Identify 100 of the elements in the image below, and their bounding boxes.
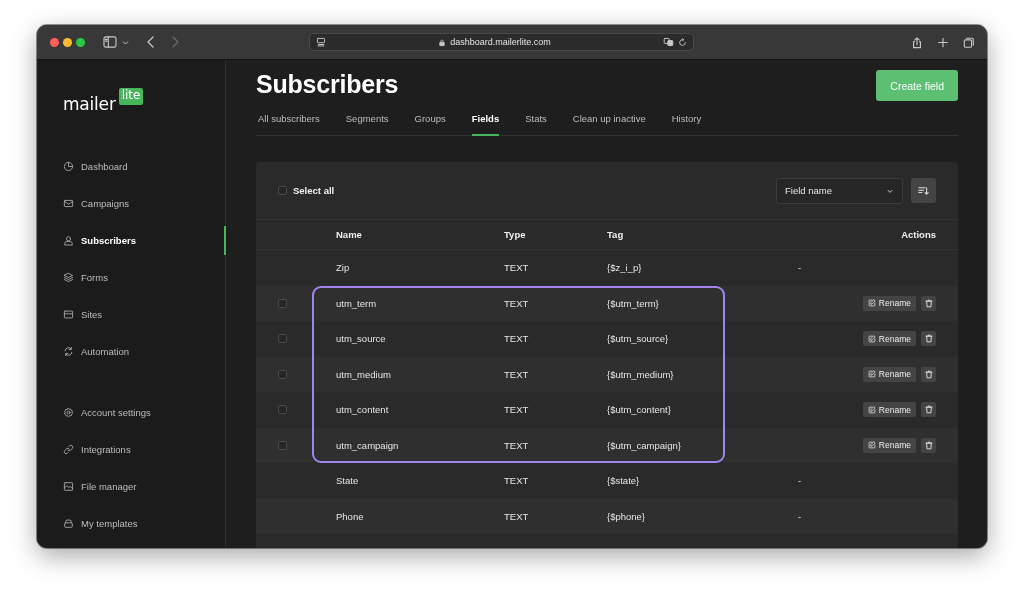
trash-icon — [924, 369, 933, 379]
sidebar-item[interactable]: Automation — [63, 333, 225, 370]
edit-icon — [867, 299, 876, 308]
tabs-overview-button[interactable] — [963, 35, 975, 49]
field-type: TEXT — [504, 475, 530, 487]
field-name: Phone — [336, 510, 365, 522]
field-tag: {$utm_medium} — [607, 368, 798, 380]
mail-icon — [63, 198, 74, 209]
sort-dropdown[interactable]: Field name — [776, 177, 903, 204]
delete-button[interactable] — [921, 437, 936, 453]
delete-button[interactable] — [921, 295, 936, 311]
field-name: utm_content — [336, 404, 390, 416]
tab[interactable]: Stats — [525, 113, 547, 136]
delete-button[interactable] — [921, 331, 936, 347]
column-header: Type — [504, 229, 527, 240]
column-header: Actions — [901, 229, 936, 240]
new-tab-button[interactable] — [937, 35, 949, 49]
sidebar-item[interactable]: My templates — [63, 505, 225, 542]
row-checkbox[interactable] — [278, 405, 287, 415]
sidebar-item[interactable]: Forms — [63, 259, 225, 296]
tab[interactable]: Clean up inactive — [572, 113, 646, 136]
share-button[interactable] — [911, 35, 923, 49]
sidebar-item[interactable]: Dashboard — [63, 148, 225, 185]
rename-button[interactable]: Rename — [862, 366, 916, 382]
reload-button[interactable] — [678, 37, 687, 47]
sidebar-item[interactable]: Subscribers — [63, 222, 226, 259]
user-icon — [63, 235, 74, 246]
dashboard-icon — [63, 161, 74, 172]
column-header: Tag — [607, 229, 625, 240]
row-checkbox[interactable] — [278, 440, 287, 450]
select-all-checkbox[interactable] — [278, 186, 287, 195]
trash-icon — [924, 405, 933, 415]
translate-icon — [663, 37, 674, 47]
tab[interactable]: History — [671, 113, 702, 136]
row-checkbox[interactable] — [278, 369, 287, 379]
sidebar-item[interactable]: File manager — [63, 468, 225, 505]
field-tag: {$utm_source} — [607, 333, 798, 345]
field-name: utm_term — [336, 297, 378, 309]
back-button[interactable] — [146, 35, 156, 49]
field-tag: {$utm_content} — [607, 404, 798, 416]
field-type: TEXT — [504, 333, 530, 345]
rename-button[interactable]: Rename — [862, 331, 916, 347]
column-header: Name — [336, 229, 363, 240]
field-tag: {$utm_term} — [607, 297, 798, 309]
sync-icon — [63, 346, 74, 357]
field-name: utm_campaign — [336, 439, 400, 451]
field-type: TEXT — [504, 297, 530, 309]
edit-icon — [867, 370, 876, 379]
zoom-button[interactable] — [76, 37, 85, 47]
rename-button[interactable]: Rename — [862, 402, 916, 418]
page-title: Subscribers — [256, 69, 399, 99]
url-text: dashboard.mailerlite.com — [450, 37, 551, 47]
link-icon — [63, 444, 74, 455]
row-checkbox[interactable] — [278, 334, 287, 344]
select-all-label: Select all — [293, 185, 335, 196]
no-actions-dash: - — [798, 510, 802, 522]
rename-button[interactable]: Rename — [862, 437, 916, 453]
edit-icon — [867, 334, 876, 343]
rename-button[interactable]: Rename — [862, 295, 916, 311]
close-button[interactable] — [50, 37, 59, 47]
no-actions-dash: - — [798, 262, 802, 274]
sidebar-item[interactable]: Sites — [63, 296, 225, 333]
field-type: TEXT — [504, 439, 530, 451]
sidebar-item[interactable]: Campaigns — [63, 185, 225, 222]
field-name: utm_medium — [336, 368, 392, 380]
settings-icon — [63, 407, 74, 418]
no-actions-dash: - — [798, 475, 802, 487]
tab[interactable]: Fields — [471, 113, 500, 136]
sort-order-button[interactable] — [911, 178, 936, 203]
trash-icon — [924, 298, 933, 308]
field-type: TEXT — [504, 262, 530, 274]
sidebar-item[interactable]: Integrations — [63, 431, 225, 468]
row-checkbox[interactable] — [278, 298, 287, 308]
edit-icon — [867, 405, 876, 414]
tab[interactable]: Groups — [414, 113, 446, 136]
field-name: State — [336, 475, 360, 487]
field-type: TEXT — [504, 368, 530, 380]
field-tag: {$z_i_p} — [607, 262, 798, 274]
template-icon — [63, 518, 74, 529]
field-name: Zip — [336, 262, 351, 274]
address-bar[interactable]: dashboard.mailerlite.com — [309, 33, 694, 51]
sidebar-toggle-button[interactable] — [103, 36, 117, 48]
image-icon — [63, 481, 74, 492]
page-icon — [316, 37, 326, 47]
field-tag: {$phone} — [607, 510, 798, 522]
tab[interactable]: Segments — [345, 113, 389, 136]
minimize-button[interactable] — [63, 37, 72, 47]
tab[interactable]: All subscribers — [258, 113, 320, 136]
delete-button[interactable] — [921, 366, 936, 382]
trash-icon — [924, 440, 933, 450]
field-tag: {$utm_campaign} — [607, 439, 798, 451]
trash-icon — [924, 334, 933, 344]
logo: mailer lite — [63, 88, 225, 114]
delete-button[interactable] — [921, 402, 936, 418]
field-name: utm_source — [336, 333, 387, 345]
field-type: TEXT — [504, 510, 530, 522]
edit-icon — [867, 441, 876, 450]
field-tag: {$state} — [607, 475, 798, 487]
sidebar-item[interactable]: Account settings — [63, 394, 225, 431]
lock-icon — [438, 37, 447, 47]
